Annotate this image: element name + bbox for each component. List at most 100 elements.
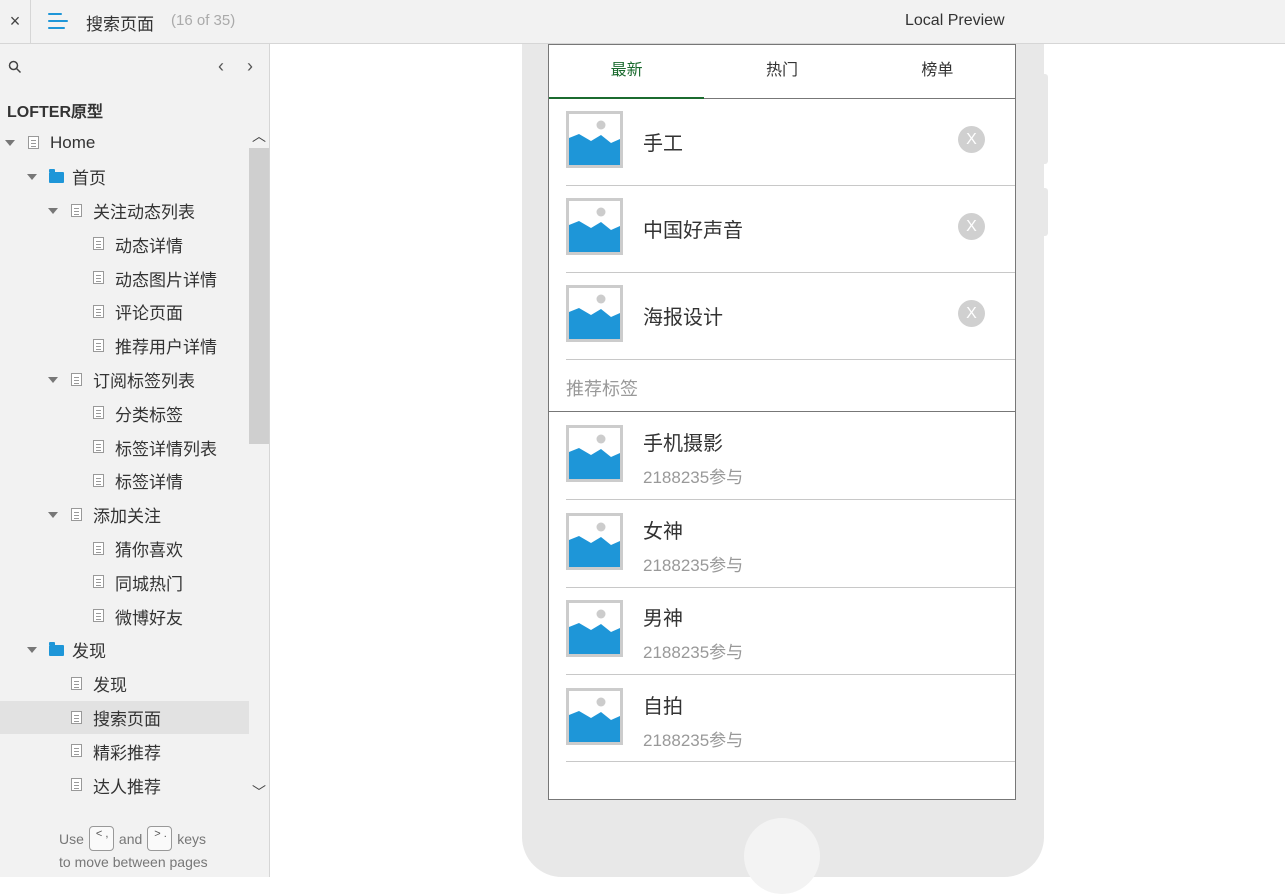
tree-item[interactable]: Home	[0, 126, 249, 160]
tab-0[interactable]: 最新	[549, 45, 705, 99]
image-placeholder-icon	[566, 198, 623, 255]
sidebar: ‹ › LOFTER原型 Home 首页 关注动态列表 动态详情 动态图片详情 评论页面推…	[0, 44, 270, 877]
page-icon	[71, 507, 82, 521]
expand-toggle-icon[interactable]	[48, 511, 58, 518]
tree-item-label: 微博好友	[115, 608, 183, 628]
expand-toggle-icon[interactable]	[27, 646, 37, 653]
scroll-thumb[interactable]	[249, 148, 269, 444]
tree-item-label: 发现	[72, 642, 106, 662]
tree-item[interactable]: 分类标签	[0, 396, 249, 430]
tree-item[interactable]: 发现	[0, 633, 249, 667]
menu-icon[interactable]	[48, 12, 68, 30]
tree-item[interactable]: 订阅标签列表	[0, 363, 249, 397]
tree-item[interactable]: 精彩推荐	[0, 734, 249, 768]
scroll-down-icon[interactable]: ﹀	[249, 782, 269, 802]
sidebar-scrollbar[interactable]: ︿ ﹀	[249, 126, 269, 806]
expand-toggle-icon[interactable]	[5, 140, 15, 146]
page-icon	[71, 372, 82, 386]
scroll-up-icon[interactable]: ︿	[249, 126, 269, 146]
history-tag-row[interactable]: 海报设计 X	[566, 273, 1015, 360]
expand-toggle-icon[interactable]	[48, 376, 58, 383]
tree-item[interactable]: 标签详情列表	[0, 430, 249, 464]
page-icon	[71, 676, 82, 690]
expand-toggle-icon[interactable]	[27, 173, 37, 180]
page-icon	[71, 778, 82, 792]
tree-item[interactable]: 微博好友	[0, 599, 249, 633]
image-placeholder-icon	[566, 600, 623, 657]
tree-item[interactable]: 达人推荐	[0, 768, 249, 802]
tree-item-label: Home	[50, 132, 96, 152]
tree-item-label: 添加关注	[93, 507, 161, 527]
remove-button[interactable]: X	[958, 213, 985, 240]
page-icon	[93, 304, 104, 318]
image-placeholder-icon	[566, 285, 623, 342]
page-icon	[71, 203, 82, 217]
tree-item-label: 首页	[72, 169, 106, 189]
tree-item[interactable]: 推荐用户详情	[0, 329, 249, 363]
tree-item-label: 标签详情	[115, 473, 183, 493]
expand-toggle-icon[interactable]	[48, 207, 58, 214]
page-icon	[93, 237, 104, 251]
tree-item[interactable]: 发现	[0, 667, 249, 701]
search-icon[interactable]	[8, 60, 22, 74]
tree-item[interactable]: 同城热门	[0, 565, 249, 599]
participant-count: 2188235参与	[643, 556, 744, 575]
tab-1[interactable]: 热门	[704, 45, 859, 98]
close-button[interactable]: ×	[0, 0, 31, 43]
tab-bar: 最新 热门 榜单	[549, 44, 1015, 99]
page-icon	[71, 744, 82, 758]
history-tag-row[interactable]: 中国好声音 X	[566, 186, 1015, 273]
next-page-arrow-icon[interactable]: ›	[242, 56, 258, 76]
tree-item[interactable]: 关注动态列表	[0, 194, 249, 228]
recommended-tag-row[interactable]: 男神 2188235参与	[566, 587, 1015, 675]
recommended-tag-row[interactable]: 自拍 2188235参与	[566, 675, 1015, 762]
recommended-tag-row[interactable]: 女神 2188235参与	[566, 500, 1015, 588]
page-tree: Home 首页关注动态列表 动态详情 动态图片详情 评论页面推荐用户详情订阅标签列表分类…	[0, 126, 249, 806]
image-placeholder-icon	[566, 513, 623, 570]
phone-side-button	[1040, 188, 1048, 236]
tab-2[interactable]: 榜单	[860, 45, 1015, 98]
page-icon	[71, 710, 82, 724]
next-key-icon: > .	[147, 826, 173, 851]
hint-line2: to move between pages	[59, 854, 208, 870]
tree-item[interactable]: 评论页面	[0, 295, 249, 329]
hint-and: and	[118, 830, 143, 847]
tag-name: 手机摄影	[643, 433, 723, 455]
tree-item-label: 推荐用户详情	[115, 338, 217, 358]
tree-item[interactable]: 动态详情	[0, 227, 249, 261]
participant-count: 2188235参与	[643, 643, 744, 662]
tree-item[interactable]: 首页	[0, 160, 249, 194]
phone-screen: 最新 热门 榜单 推荐标签 手工 X 中国好声音 X 海报设计 X 手机摄影 2188235参与女…	[548, 44, 1016, 800]
page-icon	[93, 440, 104, 454]
page-count: (16 of 35)	[171, 12, 236, 29]
tree-item-label: 订阅标签列表	[93, 371, 195, 391]
folder-icon	[49, 168, 64, 183]
tree-item-label: 精彩推荐	[93, 743, 161, 763]
tree-item[interactable]: 添加关注	[0, 498, 249, 532]
tree-item-label: 分类标签	[115, 405, 183, 425]
prev-key-icon: < ,	[88, 826, 114, 851]
tree-item-label: 达人推荐	[93, 777, 161, 797]
participant-count: 2188235参与	[643, 468, 744, 487]
tag-name: 中国好声音	[643, 220, 743, 242]
participant-count: 2188235参与	[643, 731, 744, 750]
page-title: 搜索页面	[86, 15, 154, 34]
remove-button[interactable]: X	[958, 126, 985, 153]
page-icon	[93, 541, 104, 555]
page-icon	[93, 609, 104, 623]
prev-page-arrow-icon[interactable]: ‹	[213, 56, 229, 76]
folder-icon	[49, 641, 64, 656]
tag-name: 男神	[643, 608, 683, 630]
history-tag-row[interactable]: 手工 X	[566, 99, 1015, 186]
tree-item-label: 搜索页面	[93, 709, 161, 729]
tree-item[interactable]: 标签详情	[0, 464, 249, 498]
recommended-tags-title: 推荐标签	[566, 379, 638, 399]
tree-item[interactable]: 搜索页面	[0, 700, 249, 735]
recommended-tags-header: 推荐标签	[549, 361, 1015, 412]
tree-item[interactable]: 动态图片详情	[0, 261, 249, 295]
recommended-tag-row[interactable]: 手机摄影 2188235参与	[566, 412, 1015, 500]
remove-button[interactable]: X	[958, 300, 985, 327]
tree-item-label: 发现	[93, 676, 127, 696]
hint-keys: keys	[177, 830, 207, 847]
tree-item[interactable]: 猜你喜欢	[0, 532, 249, 566]
